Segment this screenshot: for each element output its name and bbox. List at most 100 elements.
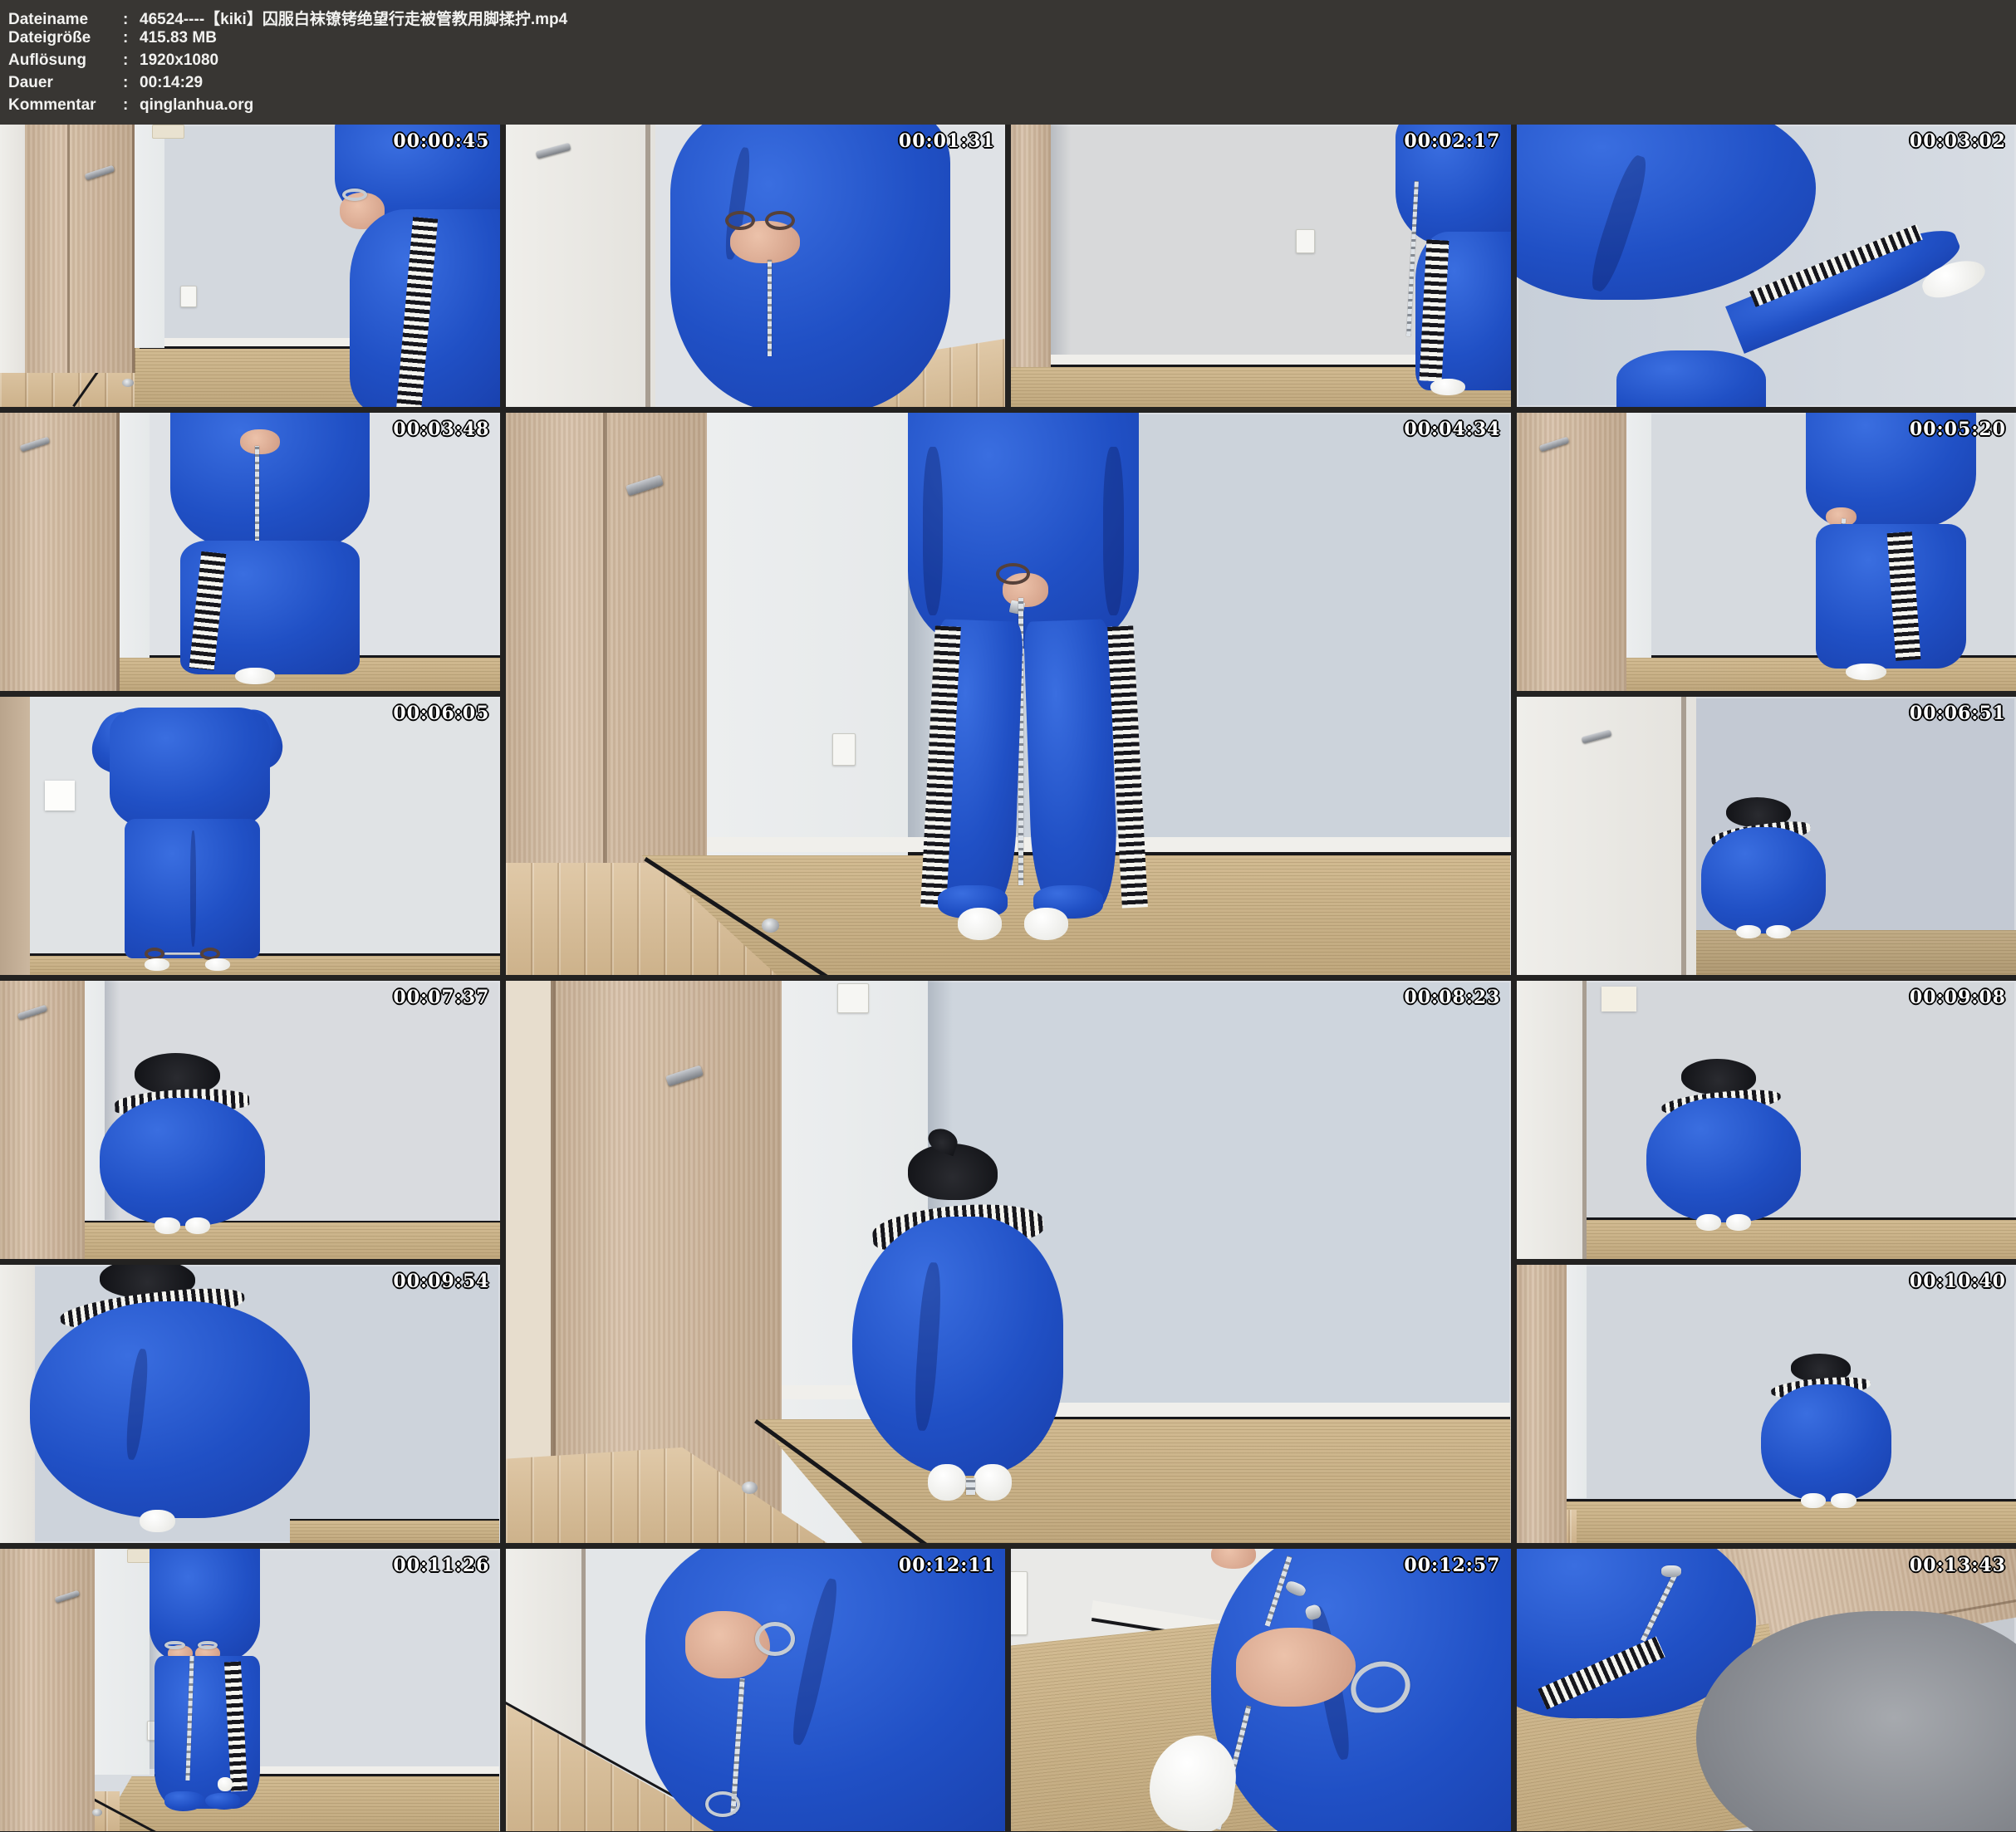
figure-sock: [185, 1217, 210, 1234]
timestamp-overlay: 00:09:54: [393, 1271, 489, 1292]
floor-tatami: [1517, 1220, 2016, 1259]
thumbnail-grid: 00:00:45 00:01:31: [0, 125, 2016, 1831]
file-name-label: Dateiname: [8, 11, 123, 29]
restraint-chain: [768, 260, 772, 356]
wall-outlet: [832, 733, 856, 766]
door-stop: [122, 379, 133, 387]
door: [0, 413, 120, 691]
jacket-fold: [923, 447, 943, 615]
thumbnail-frame-large: 00:08:23: [506, 981, 1511, 1543]
file-info-header: Dateiname : 46524----【kiki】囚服白袜镣铐绝望行走被管教…: [0, 0, 2016, 125]
wall-pillar: [85, 981, 105, 1220]
figure-sock: [1024, 908, 1068, 940]
door-seam: [581, 1549, 586, 1746]
wall-outlet: [1296, 229, 1315, 253]
ankle-chain: [966, 1478, 975, 1495]
figure-leg-right: [1023, 620, 1119, 914]
wall-pillar: [120, 413, 150, 658]
handcuff-left: [164, 1641, 184, 1650]
resolution-label: Auflösung: [8, 51, 123, 70]
thumbnail-frame: 00:12:11: [506, 1549, 1006, 1831]
thumbnail-frame: 00:00:45: [0, 125, 500, 407]
handcuffs: [996, 563, 1030, 585]
picture-frame: [1602, 987, 1636, 1012]
duration-row: Dauer : 00:14:29: [8, 74, 2016, 96]
floor-tatami: [757, 1419, 1511, 1543]
wall-outlet: [1011, 1571, 1028, 1635]
figure-jacket: [1517, 125, 1817, 300]
figure-sock: [218, 1777, 233, 1791]
timestamp-overlay: 00:12:11: [899, 1555, 995, 1576]
thumbnail-frame: 00:12:57: [1011, 1549, 1511, 1831]
figure-hands: [240, 429, 280, 454]
thumbnail-frame: 00:06:05: [0, 697, 500, 975]
figure-jacket: [670, 125, 950, 407]
figure-pants: [1616, 350, 1766, 407]
timestamp-overlay: 00:01:31: [899, 130, 995, 152]
figure-sock: [928, 1464, 966, 1501]
door: [0, 981, 85, 1259]
thumbnail-frame: 00:11:26: [0, 1549, 500, 1831]
figure-sock: [205, 958, 230, 971]
door-seam: [645, 125, 650, 407]
wall-pillar: [135, 125, 164, 348]
timestamp-overlay: 00:06:51: [1910, 703, 2006, 724]
wall-pillar: [1626, 413, 1651, 658]
thumbnail-frame: 00:13:43: [1517, 1549, 2016, 1831]
figure-sock: [1831, 1493, 1856, 1508]
floor-edge-line: [290, 1519, 500, 1521]
floor-tatami: [1517, 1501, 2016, 1543]
figure-sock: [1430, 379, 1465, 395]
figure-sock: [974, 1464, 1012, 1501]
timestamp-overlay: 00:02:17: [1404, 130, 1500, 152]
wall-pillar: [1567, 1265, 1587, 1498]
door-stop: [92, 1809, 102, 1816]
figure-sock: [1846, 664, 1886, 680]
contact-sheet: Dateiname : 46524----【kiki】囚服白袜镣铐绝望行走被管教…: [0, 0, 2016, 1831]
door-seam: [1681, 697, 1686, 975]
handcuffs: [342, 189, 367, 201]
timestamp-overlay: 00:03:02: [1910, 130, 2006, 152]
wall-switch: [837, 983, 869, 1013]
thumbnail-frame-large: 00:04:34: [506, 413, 1511, 975]
wall-outlet: [180, 286, 197, 307]
figure-body-crouched: [100, 1098, 264, 1226]
door-stop: [742, 1482, 758, 1495]
warden-hand: [1211, 1549, 1256, 1569]
timestamp-overlay: 00:09:08: [1910, 987, 2006, 1008]
figure-jacket: [110, 708, 269, 830]
thumbnail-frame: 00:07:37: [0, 981, 500, 1259]
thumbnail-frame: 00:10:40: [1517, 1265, 2016, 1543]
thumbnail-frame: 00:02:17: [1011, 125, 1511, 407]
thumbnail-frame: 00:01:31: [506, 125, 1006, 407]
comment-value: qinglanhua.org: [140, 96, 253, 115]
file-name-value: 46524----【kiki】囚服白袜镣铐绝望行走被管教用脚揉拧.mp4: [140, 7, 567, 29]
figure-sock: [1696, 1214, 1721, 1231]
figure-body-crouched: [852, 1217, 1063, 1475]
thumbnail-frame: 00:05:20: [1517, 413, 2016, 691]
thumbnail-frame: 00:09:08: [1517, 981, 2016, 1259]
floor-edge-line: [1517, 1499, 2016, 1501]
chain-clasp: [1661, 1565, 1681, 1577]
floor-tatami: [290, 1521, 500, 1543]
timestamp-overlay: 00:13:43: [1910, 1555, 2006, 1576]
thumbnail-frame: 00:09:54: [0, 1265, 500, 1543]
timestamp-overlay: 00:06:05: [393, 703, 489, 724]
file-name-row: Dateiname : 46524----【kiki】囚服白袜镣铐绝望行走被管教…: [8, 7, 2016, 29]
timestamp-overlay: 00:00:45: [393, 130, 489, 152]
figure-body-crouched: [1701, 827, 1826, 933]
jacket-fold: [1103, 447, 1123, 615]
thumbnail-frame: 00:03:02: [1517, 125, 2016, 407]
figure-body-crouched: [1761, 1384, 1891, 1501]
pants-crease: [190, 830, 196, 948]
thumbnail-frame: 00:06:51: [1517, 697, 2016, 975]
door: [1011, 125, 1051, 407]
figure-body-crouched: [1646, 1098, 1801, 1223]
thumbnail-frame: 00:03:48: [0, 413, 500, 691]
figure-sock: [958, 908, 1002, 940]
ankle-chain: [164, 953, 199, 955]
resolution-value: 1920x1080: [140, 51, 218, 70]
figure-sock: [1726, 1214, 1751, 1231]
figure-sock: [155, 1217, 179, 1234]
door-seam: [67, 125, 70, 373]
